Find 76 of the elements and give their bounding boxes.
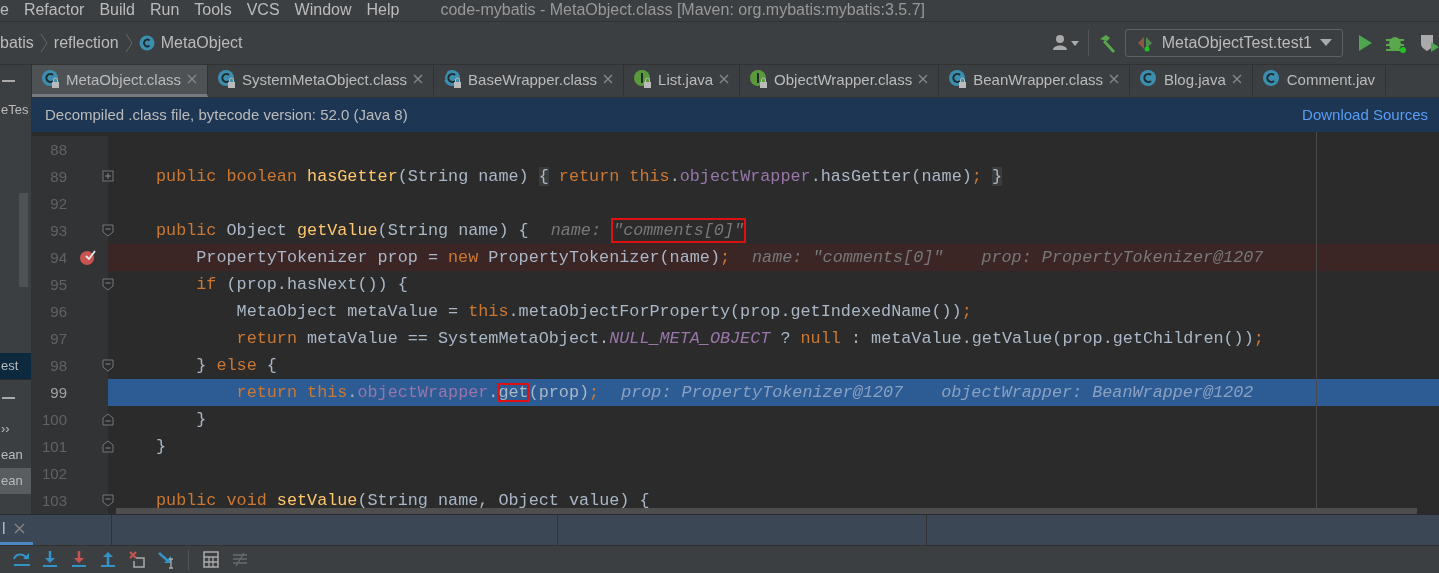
code-line: public void setValue(String name, Object value) { bbox=[156, 490, 650, 510]
editor-tab[interactable]: Blog.java bbox=[1130, 64, 1253, 97]
shield-play-icon[interactable] bbox=[1419, 32, 1439, 53]
close-icon[interactable] bbox=[918, 74, 929, 85]
fold-icon[interactable] bbox=[102, 493, 114, 507]
code-line: return metaValue == SystemMetaObject.NULL_META_OBJECT ? null : metaValue.getValue(prop.getChildren()); bbox=[235, 328, 1264, 348]
download-sources-link[interactable]: Download Sources bbox=[1302, 106, 1428, 124]
chevron-icon bbox=[39, 32, 48, 53]
drop-frame-icon[interactable] bbox=[128, 550, 146, 569]
close-icon[interactable] bbox=[719, 74, 730, 85]
tree-item[interactable]: eTes bbox=[0, 96, 31, 123]
editor-tab[interactable]: MetaObject.class bbox=[32, 64, 209, 97]
menu-item[interactable]: Build bbox=[99, 1, 143, 20]
window-title: code-mybatis - MetaObject.class [Maven: org.mybatis:mybatis:3.5.7] bbox=[440, 1, 925, 20]
breakpoint-icon[interactable] bbox=[78, 248, 97, 267]
line-number: 99 bbox=[49, 383, 67, 401]
close-icon[interactable] bbox=[413, 74, 424, 85]
fold-icon[interactable] bbox=[102, 277, 114, 291]
calculator-icon[interactable] bbox=[202, 550, 220, 569]
code-line: public boolean hasGetter(String name) { return this.objectWrapper.hasGetter(name); } bbox=[156, 166, 1002, 186]
menu-item[interactable]: Help bbox=[366, 1, 408, 20]
editor-tab[interactable]: ObjectWrapper.class bbox=[740, 64, 940, 97]
editor-tab[interactable]: Comment.jav bbox=[1252, 64, 1387, 97]
expand-icon[interactable] bbox=[102, 169, 114, 183]
tree-item[interactable]: ean bbox=[0, 468, 31, 494]
chevron-icon bbox=[124, 32, 133, 53]
inline-value-hint: objectWrapper: BeanWrapper@1202 bbox=[941, 382, 1254, 402]
caret-icon bbox=[1320, 38, 1332, 47]
close-icon[interactable] bbox=[13, 523, 25, 534]
menu-item[interactable]: Refactor bbox=[23, 1, 93, 20]
user-caret-icon[interactable] bbox=[1051, 33, 1080, 52]
editor-tab[interactable]: BaseWrapper.class bbox=[434, 64, 625, 97]
run-to-cursor-icon[interactable] bbox=[157, 550, 175, 569]
code-line: } bbox=[195, 409, 207, 429]
close-icon[interactable] bbox=[1109, 74, 1119, 85]
fold-icon[interactable] bbox=[102, 439, 114, 453]
tree-item[interactable]: ean bbox=[0, 442, 31, 468]
code-line: } else { bbox=[195, 355, 277, 375]
fold-icon[interactable] bbox=[102, 223, 114, 237]
close-icon[interactable] bbox=[187, 74, 198, 85]
breadcrumb[interactable]: batis bbox=[0, 33, 34, 52]
inline-value-hint: prop: PropertyTokenizer@1207 bbox=[621, 382, 904, 402]
menu-item[interactable]: e bbox=[0, 1, 17, 20]
run-icon[interactable] bbox=[1357, 33, 1373, 52]
code-line: MetaObject metaValue = this.metaObjectForProperty(prop.getIndexedName()); bbox=[235, 301, 972, 321]
editor-tab[interactable]: List.java bbox=[624, 64, 741, 97]
close-icon[interactable] bbox=[1231, 74, 1242, 85]
step-into-icon[interactable] bbox=[41, 550, 59, 569]
inline-value-hint: prop: PropertyTokenizer@1207 bbox=[981, 247, 1264, 267]
code-line: PropertyTokenizer prop = new PropertyTokenizer(name); bbox=[195, 247, 731, 267]
menu-item[interactable]: VCS bbox=[246, 1, 288, 20]
banner-message: Decompiled .class file, bytecode version: 52.0 (Java 8) bbox=[45, 106, 408, 124]
inline-value-hint: name: "comments[0]" bbox=[752, 247, 944, 267]
code-line: public Object getValue(String name) { bbox=[156, 220, 529, 240]
debug-tab[interactable]: l bbox=[2, 519, 6, 538]
menu-item[interactable]: Tools bbox=[194, 1, 240, 20]
step-into-icon[interactable] bbox=[70, 550, 88, 569]
fold-icon[interactable] bbox=[102, 358, 114, 372]
class-icon bbox=[138, 34, 155, 51]
fold-icon[interactable] bbox=[102, 412, 114, 426]
inline-value-hint: name: "comments[0]" bbox=[550, 220, 746, 240]
breadcrumb[interactable]: reflection bbox=[53, 33, 119, 52]
code-line: if (prop.hasNext()) { bbox=[195, 274, 408, 294]
close-icon[interactable] bbox=[603, 74, 614, 85]
menu-item[interactable]: Run bbox=[149, 1, 188, 20]
hide-button[interactable] bbox=[2, 79, 15, 82]
step-out-icon[interactable] bbox=[99, 550, 117, 569]
tree-item[interactable]: ›› bbox=[0, 416, 31, 442]
editor-tab[interactable]: SystemMetaObject.class bbox=[208, 64, 435, 97]
menu-item[interactable]: Window bbox=[294, 1, 360, 20]
breadcrumb[interactable]: MetaObject bbox=[138, 33, 243, 52]
editor-tab[interactable]: BeanWrapper.class bbox=[939, 64, 1130, 97]
run-configuration-dropdown[interactable]: MetaObjectTest.test1 bbox=[1124, 28, 1343, 57]
tree-item[interactable]: est bbox=[0, 353, 31, 379]
code-line: } bbox=[156, 436, 167, 456]
horizontal-scrollbar[interactable] bbox=[116, 508, 1417, 514]
